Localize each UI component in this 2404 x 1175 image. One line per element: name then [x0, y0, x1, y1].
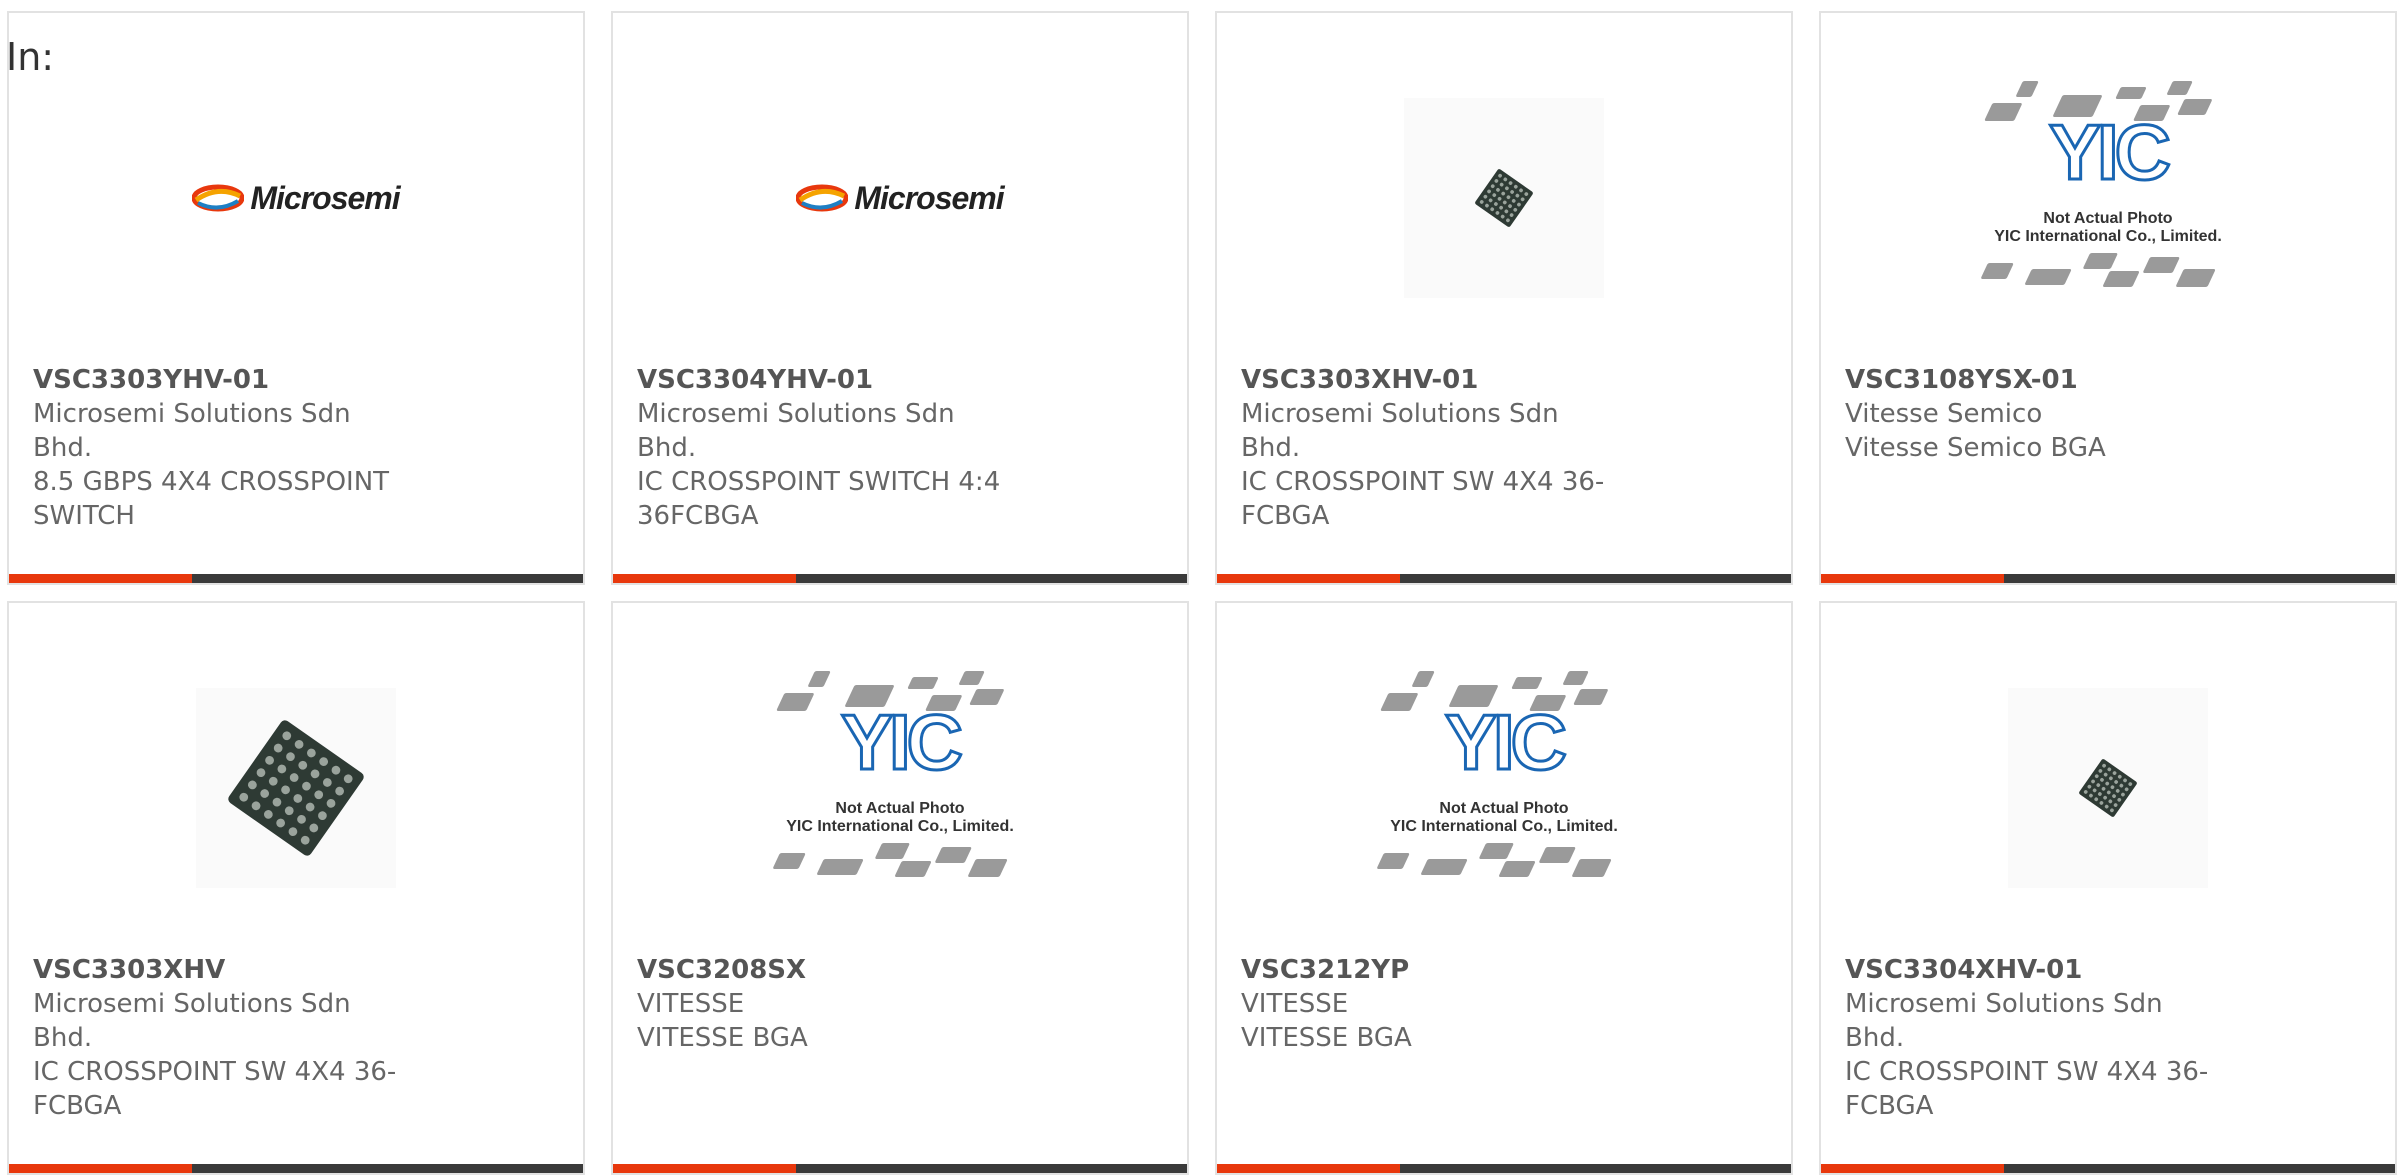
product-info: VSC3208SX VITESSE VITESSE BGA	[637, 953, 1177, 1055]
description: IC CROSSPOINT SWITCH 4:4 36FCBGA	[637, 467, 1001, 531]
chip-photo	[2008, 688, 2208, 888]
chip-photo	[1404, 98, 1604, 298]
product-info: VSC3108YSX-01 Vitesse Semico Vitesse Semic…	[1845, 363, 2385, 465]
card-accent-bar	[613, 574, 796, 583]
card-bottom-bar	[9, 574, 583, 583]
product-info: VSC3303XHV-01 Microsemi Solutions Sdn Bhd…	[1241, 363, 1781, 533]
part-number[interactable]: VSC3208SX	[637, 953, 1177, 987]
product-grid: Microsemi VSC3303YHV-01 Microsemi Solution…	[0, 0, 2404, 1175]
manufacturer: Microsemi Solutions Sdn Bhd.	[637, 399, 955, 463]
manufacturer: Microsemi Solutions Sdn Bhd.	[1241, 399, 1559, 463]
microsemi-swirl-icon	[796, 184, 849, 212]
manufacturer: VITESSE	[637, 989, 745, 1019]
card-accent-bar	[1821, 1164, 2004, 1173]
part-number[interactable]: VSC3304YHV-01	[637, 363, 1177, 397]
product-info: VSC3303YHV-01 Microsemi Solutions Sdn Bhd…	[33, 363, 573, 533]
product-image[interactable]: YIC Not Actual Photo YIC International Co.…	[1821, 73, 2395, 323]
product-image[interactable]	[1217, 73, 1791, 323]
card-accent-bar	[1217, 1164, 1400, 1173]
description: VITESSE BGA	[1241, 1023, 1412, 1053]
card-bottom-bar	[1217, 1164, 1791, 1173]
placeholder-caption: Not Actual Photo	[835, 800, 965, 817]
product-image[interactable]: YIC Not Actual Photo YIC International Co.…	[1217, 663, 1791, 913]
product-info: VSC3303XHV Microsemi Solutions Sdn Bhd. IC…	[33, 953, 573, 1123]
yic-logo: YIC	[1443, 698, 1568, 786]
card-bottom-bar	[613, 574, 1187, 583]
product-info: VSC3304XHV-01 Microsemi Solutions Sdn Bhd…	[1845, 953, 2385, 1123]
product-card[interactable]: YIC Not Actual Photo YIC International Co.…	[1819, 11, 2397, 585]
microsemi-logo: Microsemi	[192, 179, 401, 217]
product-card[interactable]: YIC Not Actual Photo YIC International Co.…	[611, 601, 1189, 1175]
placeholder-company: YIC International Co., Limited.	[1390, 818, 1618, 835]
bga-chip-icon	[1475, 169, 1533, 227]
brand-name: Microsemi	[250, 179, 400, 216]
description: IC CROSSPOINT SW 4X4 36-FCBGA	[1241, 467, 1605, 531]
yic-logo: YIC	[839, 698, 964, 786]
part-number[interactable]: VSC3303XHV	[33, 953, 573, 987]
part-number[interactable]: VSC3304XHV-01	[1845, 953, 2385, 987]
card-bottom-bar	[1821, 1164, 2395, 1173]
not-actual-photo-placeholder: YIC Not Actual Photo YIC International Co.…	[1369, 663, 1639, 913]
card-accent-bar	[1821, 574, 2004, 583]
manufacturer: Microsemi Solutions Sdn Bhd.	[33, 399, 351, 463]
placeholder-caption: Not Actual Photo	[1439, 800, 1569, 817]
card-bottom-bar	[9, 1164, 583, 1173]
description: VITESSE BGA	[637, 1023, 808, 1053]
placeholder-caption: Not Actual Photo	[2043, 210, 2173, 227]
microsemi-logo: Microsemi	[796, 179, 1005, 217]
not-actual-photo-placeholder: YIC Not Actual Photo YIC International Co.…	[1973, 73, 2243, 323]
product-info: VSC3212YP VITESSE VITESSE BGA	[1241, 953, 1781, 1055]
product-image[interactable]	[9, 663, 583, 913]
brand-name: Microsemi	[854, 179, 1004, 216]
placeholder-company: YIC International Co., Limited.	[786, 818, 1014, 835]
manufacturer: Microsemi Solutions Sdn Bhd.	[1845, 989, 2163, 1053]
filter-label: In:	[6, 35, 55, 79]
yic-logo: YIC	[2047, 108, 2172, 196]
manufacturer: VITESSE	[1241, 989, 1349, 1019]
part-number[interactable]: VSC3303XHV-01	[1241, 363, 1781, 397]
card-bottom-bar	[1217, 574, 1791, 583]
card-accent-bar	[1217, 574, 1400, 583]
not-actual-photo-placeholder: YIC Not Actual Photo YIC International Co.…	[765, 663, 1035, 913]
part-number[interactable]: VSC3303YHV-01	[33, 363, 573, 397]
placeholder-company: YIC International Co., Limited.	[1994, 228, 2222, 245]
description: IC CROSSPOINT SW 4X4 36-FCBGA	[1845, 1057, 2209, 1121]
card-bottom-bar	[613, 1164, 1187, 1173]
bga-chip-icon	[2079, 759, 2137, 817]
manufacturer: Microsemi Solutions Sdn Bhd.	[33, 989, 351, 1053]
card-accent-bar	[9, 574, 192, 583]
description: 8.5 GBPS 4X4 CROSSPOINT SWITCH	[33, 467, 390, 531]
product-image[interactable]: Microsemi	[613, 73, 1187, 323]
bga-chip-icon	[228, 720, 364, 856]
product-image[interactable]	[1821, 663, 2395, 913]
product-card[interactable]: Microsemi VSC3304YHV-01 Microsemi Solution…	[611, 11, 1189, 585]
part-number[interactable]: VSC3212YP	[1241, 953, 1781, 987]
card-bottom-bar	[1821, 574, 2395, 583]
chip-photo	[196, 688, 396, 888]
card-accent-bar	[613, 1164, 796, 1173]
product-info: VSC3304YHV-01 Microsemi Solutions Sdn Bhd…	[637, 363, 1177, 533]
description: Vitesse Semico BGA	[1845, 433, 2106, 463]
product-card[interactable]: Microsemi VSC3303YHV-01 Microsemi Solution…	[7, 11, 585, 585]
product-image[interactable]: YIC Not Actual Photo YIC International Co.…	[613, 663, 1187, 913]
product-image[interactable]: Microsemi	[9, 73, 583, 323]
card-accent-bar	[9, 1164, 192, 1173]
part-number[interactable]: VSC3108YSX-01	[1845, 363, 2385, 397]
product-card[interactable]: VSC3304XHV-01 Microsemi Solutions Sdn Bhd…	[1819, 601, 2397, 1175]
description: IC CROSSPOINT SW 4X4 36-FCBGA	[33, 1057, 397, 1121]
microsemi-swirl-icon	[192, 184, 245, 212]
product-card[interactable]: VSC3303XHV Microsemi Solutions Sdn Bhd. IC…	[7, 601, 585, 1175]
manufacturer: Vitesse Semico	[1845, 399, 2043, 429]
product-card[interactable]: VSC3303XHV-01 Microsemi Solutions Sdn Bhd…	[1215, 11, 1793, 585]
product-card[interactable]: YIC Not Actual Photo YIC International Co.…	[1215, 601, 1793, 1175]
